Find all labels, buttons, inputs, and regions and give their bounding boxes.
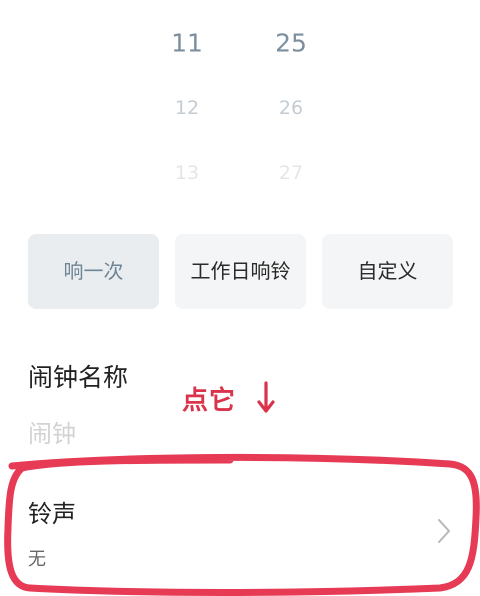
repeat-custom-button[interactable]: 自定义 [322,234,453,309]
repeat-once-button[interactable]: 响一次 [28,234,159,309]
chevron-right-icon[interactable] [436,517,452,545]
alarm-name-label: 闹钟名称 [28,363,129,392]
alarm-name-input[interactable]: 闹钟 [28,414,76,449]
annotation-text: 点它 [182,386,237,416]
time-picker[interactable]: 11 12 13 25 26 27 [0,0,480,210]
hour-selected[interactable]: 11 [147,29,227,58]
minute-next[interactable]: 26 [251,97,331,119]
minute-after-next[interactable]: 27 [251,162,331,184]
hour-after-next[interactable]: 13 [147,162,227,184]
down-arrow-icon [257,381,275,413]
minute-selected[interactable]: 25 [251,29,331,58]
ringtone-label[interactable]: 铃声 [28,494,76,529]
repeat-workday-button[interactable]: 工作日响铃 [175,234,306,309]
hour-wheel[interactable]: 11 12 13 [147,0,227,210]
ringtone-value: 无 [28,549,46,570]
hour-next[interactable]: 12 [147,97,227,119]
minute-wheel[interactable]: 25 26 27 [251,0,331,210]
